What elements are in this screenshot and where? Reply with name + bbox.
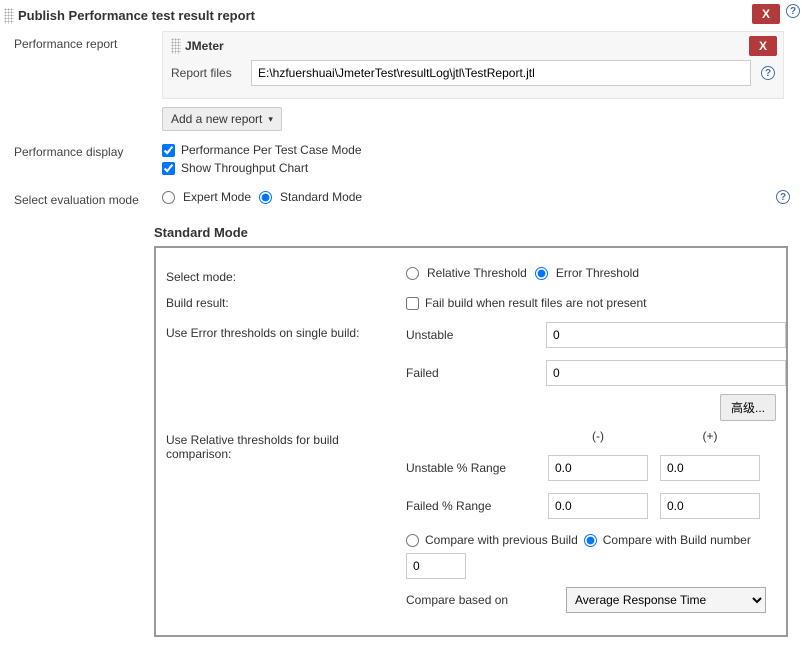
relative-threshold-label: Relative Threshold bbox=[427, 266, 527, 280]
compare-num-radio[interactable] bbox=[584, 534, 597, 547]
compare-num-input[interactable] bbox=[406, 553, 466, 579]
standard-mode-label: Standard Mode bbox=[280, 190, 362, 204]
standard-mode-heading: Standard Mode bbox=[154, 225, 802, 240]
delete-section-button[interactable]: X bbox=[752, 4, 780, 24]
error-threshold-label: Error Threshold bbox=[556, 266, 639, 280]
unstable-pct-minus-input[interactable] bbox=[548, 455, 648, 481]
unstable-pct-plus-input[interactable] bbox=[660, 455, 760, 481]
delete-jmeter-button[interactable]: X bbox=[749, 36, 777, 56]
standard-mode-radio[interactable] bbox=[259, 191, 272, 204]
failed-pct-minus-input[interactable] bbox=[548, 493, 648, 519]
compare-prev-radio[interactable] bbox=[406, 534, 419, 547]
failed-pct-label: Failed % Range bbox=[406, 499, 536, 513]
col-minus-header: (-) bbox=[548, 429, 648, 443]
col-plus-header: (+) bbox=[660, 429, 760, 443]
per-test-case-label: Performance Per Test Case Mode bbox=[181, 143, 362, 157]
fail-when-missing-label: Fail build when result files are not pre… bbox=[425, 296, 646, 310]
failed-pct-plus-input[interactable] bbox=[660, 493, 760, 519]
unstable-pct-label: Unstable % Range bbox=[406, 461, 536, 475]
compare-based-on-select[interactable]: Average Response Time bbox=[566, 587, 766, 613]
select-eval-mode-label: Select evaluation mode bbox=[14, 187, 154, 207]
throughput-label: Show Throughput Chart bbox=[181, 161, 308, 175]
standard-mode-panel: Select mode: Relative Threshold Error Th… bbox=[154, 246, 788, 637]
build-result-label: Build result: bbox=[166, 292, 396, 310]
failed-input[interactable] bbox=[546, 360, 786, 386]
comparison-label: Use Relative thresholds for build compar… bbox=[166, 429, 396, 461]
help-icon[interactable]: ? bbox=[776, 190, 790, 204]
select-mode-label: Select mode: bbox=[166, 266, 396, 284]
per-test-case-checkbox[interactable] bbox=[162, 144, 175, 157]
single-build-label: Use Error thresholds on single build: bbox=[166, 322, 396, 340]
drag-handle-icon[interactable] bbox=[171, 38, 181, 54]
performance-report-label: Performance report bbox=[14, 31, 154, 131]
add-report-button[interactable]: Add a new report ▾ bbox=[162, 107, 282, 131]
fail-when-missing-checkbox[interactable] bbox=[406, 297, 419, 310]
jmeter-panel: X JMeter Report files ? bbox=[162, 31, 784, 99]
unstable-label: Unstable bbox=[406, 328, 536, 342]
help-icon[interactable]: ? bbox=[761, 66, 775, 80]
expert-mode-radio[interactable] bbox=[162, 191, 175, 204]
advanced-button[interactable]: 高级... bbox=[720, 394, 776, 421]
compare-based-on-label: Compare based on bbox=[406, 593, 536, 607]
help-icon[interactable]: ? bbox=[786, 4, 800, 18]
compare-prev-label: Compare with previous Build bbox=[425, 533, 578, 547]
failed-label: Failed bbox=[406, 366, 536, 380]
report-files-label: Report files bbox=[171, 66, 241, 80]
jmeter-title: JMeter bbox=[185, 39, 224, 53]
relative-threshold-radio[interactable] bbox=[406, 267, 419, 280]
chevron-down-icon: ▾ bbox=[268, 114, 273, 125]
error-threshold-radio[interactable] bbox=[535, 267, 548, 280]
expert-mode-label: Expert Mode bbox=[183, 190, 251, 204]
throughput-checkbox[interactable] bbox=[162, 162, 175, 175]
compare-num-label: Compare with Build number bbox=[603, 533, 751, 547]
unstable-input[interactable] bbox=[546, 322, 786, 348]
section-title: Publish Performance test result report bbox=[18, 4, 752, 27]
performance-display-label: Performance display bbox=[14, 139, 154, 179]
report-files-input[interactable] bbox=[251, 60, 751, 86]
add-report-label: Add a new report bbox=[171, 112, 262, 126]
drag-handle-icon[interactable] bbox=[4, 8, 14, 24]
